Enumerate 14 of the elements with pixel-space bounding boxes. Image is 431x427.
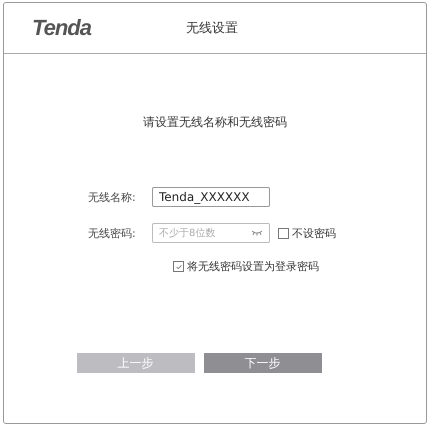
heading: 请设置无线名称和无线密码 bbox=[143, 114, 287, 131]
checkbox-label: 不设密码 bbox=[292, 226, 336, 240]
input-field[interactable]: Tenda_XXXXXX bbox=[152, 187, 270, 207]
logo: Tenda bbox=[32, 15, 92, 41]
checkbox[interactable] bbox=[173, 261, 184, 272]
closed-eye-icon[interactable] bbox=[251, 230, 263, 236]
field-label: 无线名称: bbox=[88, 190, 137, 204]
checkbox[interactable] bbox=[278, 228, 289, 238]
field-label: 无线密码: bbox=[88, 226, 137, 240]
page-title: 无线设置 bbox=[186, 20, 238, 37]
checkbox-label: 将无线密码设置为登录密码 bbox=[187, 259, 319, 274]
password-field[interactable]: 不少于8位数 bbox=[152, 223, 270, 243]
next-button[interactable]: 下一步 bbox=[204, 353, 322, 373]
checkmark-icon bbox=[174, 262, 182, 270]
